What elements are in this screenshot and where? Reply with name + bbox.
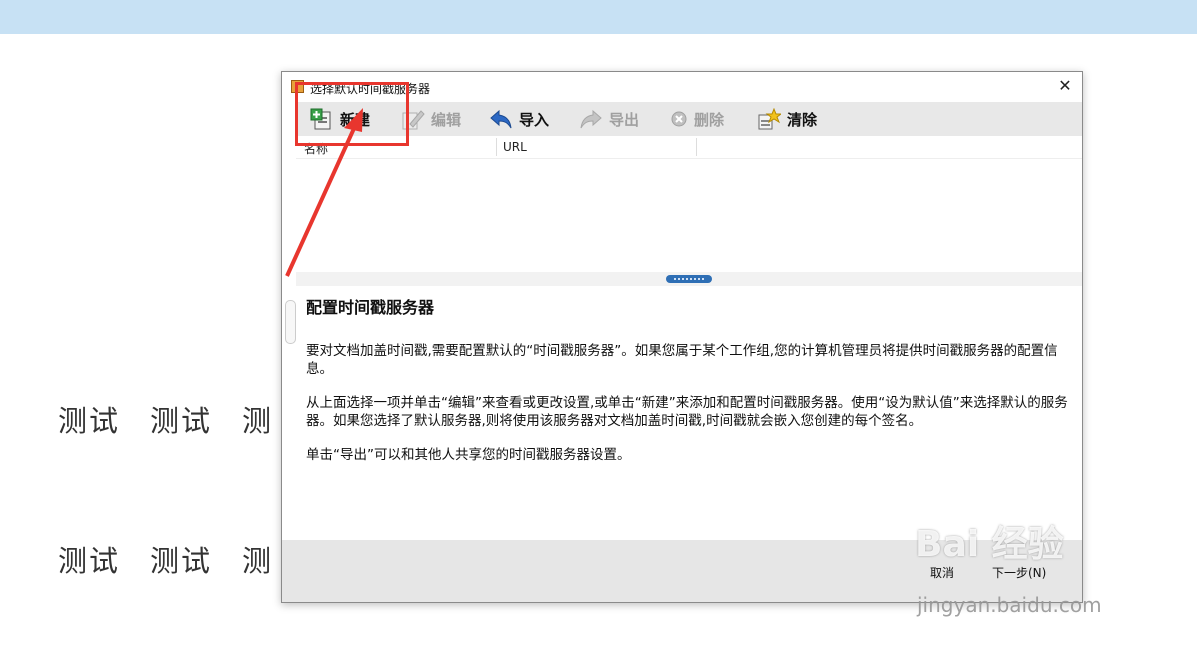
background-text-row-2: 测试 测试测	[58, 538, 303, 580]
background-text: 测试	[58, 544, 121, 578]
description-paragraph: 从上面选择一项并单击“编辑”来查看或更改设置,或单击“新建”来添加和配置时间戳服…	[306, 395, 1068, 429]
server-list-header: 名称 URL	[296, 136, 1082, 159]
export-arrow-icon	[579, 108, 603, 130]
watermark: Bai 经验 jingyan.baidu.com	[915, 515, 1102, 617]
description-paragraph: 单击“导出”可以和其他人共享您的时间戳服务器设置。	[306, 447, 631, 463]
background-text: 测试	[150, 404, 213, 438]
clear-button[interactable]: 清除	[757, 102, 817, 136]
description-panel: 配置时间戳服务器 要对文档加盖时间戳,需要配置默认的“时间戳服务器”。如果您属于…	[306, 294, 1068, 480]
import-button[interactable]: 导入	[489, 102, 549, 136]
column-header-url[interactable]: URL	[503, 140, 527, 154]
background-text: 测试	[150, 544, 213, 578]
pane-splitter[interactable]	[296, 272, 1082, 286]
highlight-box	[295, 82, 409, 146]
background-text: 测试	[58, 404, 121, 438]
top-banner	[0, 0, 1197, 34]
baidu-logo: Bai 经验	[915, 524, 1064, 565]
clear-label: 清除	[787, 110, 818, 129]
background-text: 测	[242, 404, 274, 438]
splitter-handle[interactable]	[666, 275, 712, 283]
delete-button[interactable]: 删除	[670, 102, 724, 136]
column-separator[interactable]	[696, 138, 697, 156]
scroll-handle[interactable]	[285, 300, 296, 344]
edit-button[interactable]: 编辑	[401, 102, 461, 136]
watermark-url: jingyan.baidu.com	[917, 593, 1102, 617]
description-paragraph: 要对文档加盖时间戳,需要配置默认的“时间戳服务器”。如果您属于某个工作组,您的计…	[306, 343, 1058, 377]
import-label: 导入	[519, 110, 550, 129]
delete-label: 删除	[694, 110, 725, 129]
import-arrow-icon	[489, 108, 513, 130]
description-heading: 配置时间戳服务器	[306, 298, 435, 317]
background-text: 测	[242, 544, 274, 578]
close-button[interactable]: ✕	[1056, 77, 1074, 95]
export-button[interactable]: 导出	[579, 102, 639, 136]
background-text-row-1: 测试 测试测	[58, 398, 303, 440]
edit-label: 编辑	[431, 110, 462, 129]
clear-star-icon	[757, 107, 783, 130]
toolbar: 新建 编辑 导入 导出 删除 清除	[296, 102, 1082, 136]
delete-icon	[670, 108, 688, 130]
column-separator[interactable]	[496, 138, 497, 156]
export-label: 导出	[609, 110, 640, 129]
